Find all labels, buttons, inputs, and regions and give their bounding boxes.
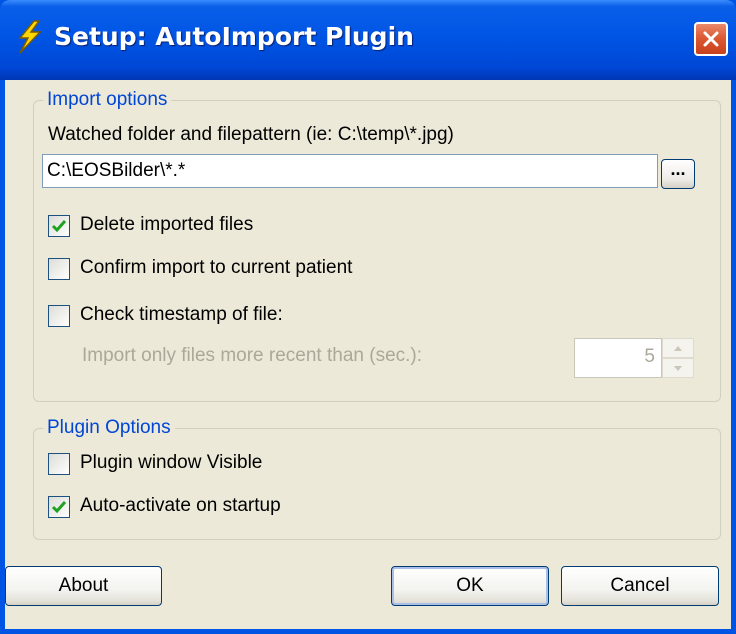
delete-imported-checkbox[interactable] (48, 215, 70, 237)
plugin-options-group (33, 428, 721, 540)
spin-up-arrow-icon (674, 345, 682, 351)
check-timestamp-checkbox[interactable] (48, 305, 70, 327)
watched-folder-label: Watched folder and filepattern (ie: C:\t… (48, 124, 454, 145)
spin-up-button[interactable] (662, 338, 694, 358)
confirm-import-label[interactable]: Confirm import to current patient (80, 257, 352, 279)
browse-ellipsis-label: ... (670, 158, 686, 179)
title-bar[interactable]: Setup: AutoImport Plugin (0, 0, 736, 80)
recent-seconds-input[interactable]: 5 (574, 338, 662, 378)
close-button[interactable] (694, 22, 728, 56)
confirm-import-checkbox[interactable] (48, 258, 70, 280)
setup-dialog-window: Setup: AutoImport Plugin Import options … (0, 0, 736, 634)
auto-activate-checkbox[interactable] (48, 496, 70, 518)
delete-imported-label[interactable]: Delete imported files (80, 214, 253, 236)
cancel-button-label: Cancel (610, 575, 670, 596)
plugin-window-visible-label[interactable]: Plugin window Visible (80, 452, 262, 474)
spin-down-arrow-icon (674, 365, 682, 371)
spin-down-button[interactable] (662, 358, 694, 378)
auto-activate-label[interactable]: Auto-activate on startup (80, 495, 281, 517)
ok-button-label: OK (456, 575, 484, 596)
cancel-button[interactable]: Cancel (561, 566, 719, 606)
dialog-client-area: Import options Watched folder and filepa… (5, 80, 731, 629)
check-timestamp-label[interactable]: Check timestamp of file: (80, 304, 283, 326)
plugin-window-visible-checkbox[interactable] (48, 453, 70, 475)
close-icon (701, 29, 721, 49)
plugin-options-group-label: Plugin Options (43, 417, 175, 439)
import-options-group-label: Import options (43, 89, 172, 111)
window-title: Setup: AutoImport Plugin (54, 22, 414, 51)
ok-button[interactable]: OK (391, 566, 549, 606)
lightning-bolt-icon (14, 20, 44, 54)
recent-seconds-label: Import only files more recent than (sec.… (82, 345, 423, 366)
about-button-label: About (58, 575, 109, 596)
browse-folder-button[interactable]: ... (661, 159, 695, 189)
watched-folder-input[interactable] (42, 154, 658, 188)
about-button[interactable]: About (5, 566, 162, 606)
